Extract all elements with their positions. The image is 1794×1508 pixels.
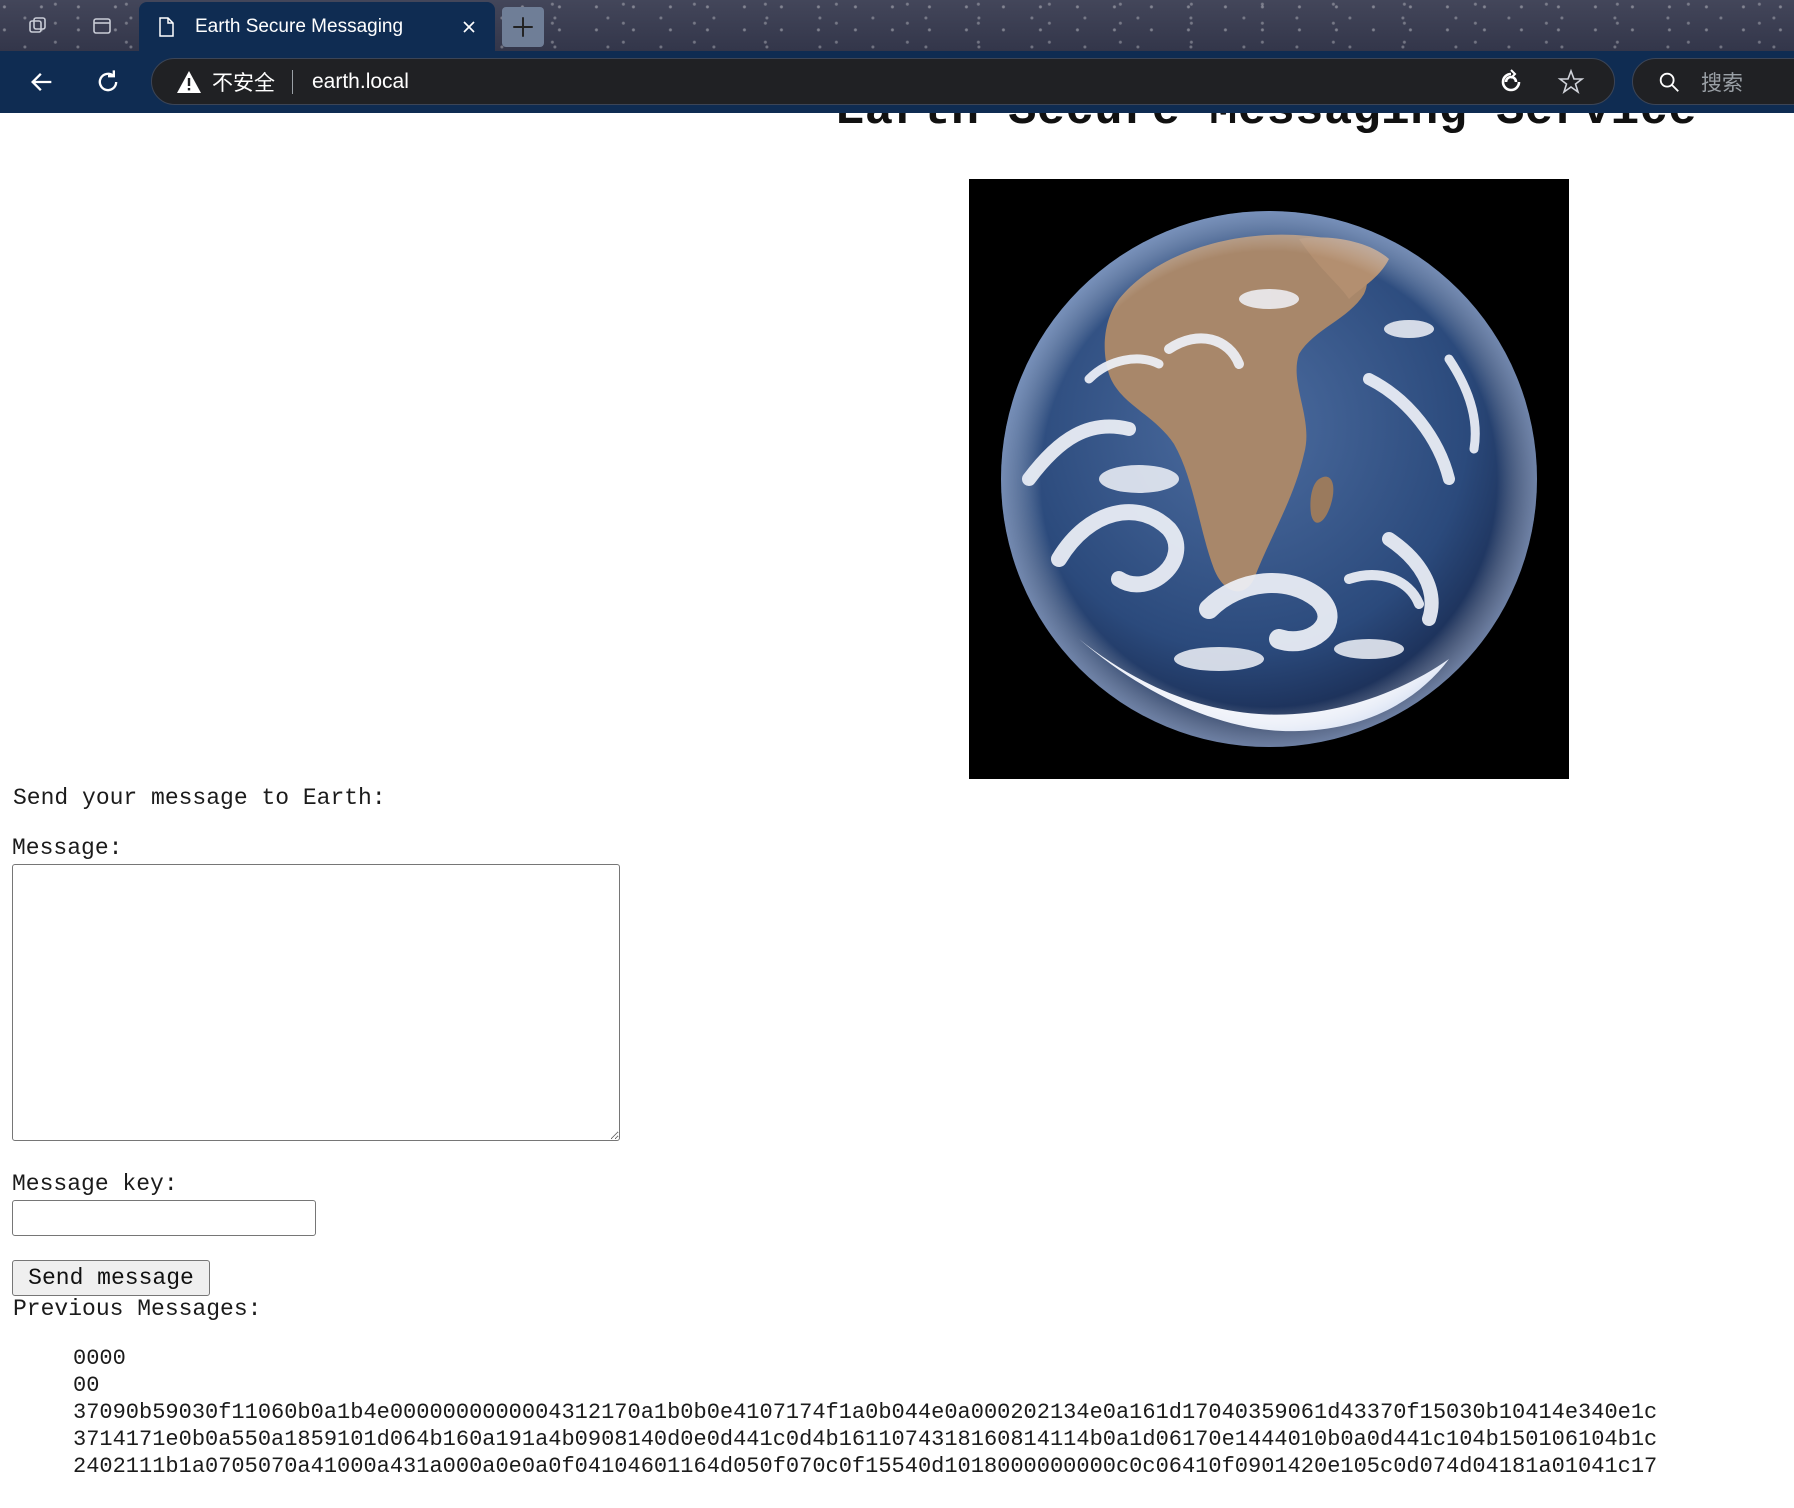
previous-messages-heading: Previous Messages:	[13, 1296, 262, 1322]
workspaces-button[interactable]	[18, 10, 58, 42]
search-icon	[1657, 69, 1683, 95]
list-item: 2402111b1a0705070a41000a431a000a0e0a0f04…	[73, 1453, 1794, 1480]
tab-earth-secure-messaging[interactable]: Earth Secure Messaging	[139, 2, 495, 51]
warning-icon[interactable]	[176, 69, 202, 95]
back-arrow-icon	[31, 73, 52, 91]
send-message-heading: Send your message to Earth:	[13, 785, 386, 811]
search-placeholder: 搜索	[1701, 71, 1743, 95]
read-aloud-button[interactable]	[1494, 65, 1528, 99]
message-textarea[interactable]	[12, 864, 620, 1141]
close-icon[interactable]	[457, 15, 481, 39]
list-item: 3714171e0b0a550a1859101d064b160a191a4b09…	[73, 1426, 1794, 1453]
address-bar[interactable]: 不安全 earth.local	[151, 58, 1615, 105]
search-box[interactable]: 搜索	[1632, 58, 1794, 105]
send-message-button[interactable]: Send message	[12, 1260, 210, 1296]
message-label: Message:	[12, 835, 123, 861]
tab-strip: Earth Secure Messaging	[0, 0, 1794, 51]
tab-actions-button[interactable]	[82, 10, 122, 42]
page-viewport: Earth Secure Messaging Service	[0, 113, 1794, 1508]
address-divider	[292, 69, 293, 94]
edge-refresh-icon	[1501, 68, 1521, 91]
list-item: 0000	[73, 1345, 1794, 1372]
security-status-label[interactable]: 不安全	[212, 67, 275, 97]
message-key-input[interactable]	[12, 1200, 316, 1236]
new-tab-button[interactable]	[502, 7, 544, 47]
tab-actions-icon	[93, 18, 111, 34]
previous-messages-list: 0000 00 37090b59030f11060b0a1b4e00000000…	[0, 1345, 1794, 1480]
browser-toolbar: 不安全 earth.local 搜索	[0, 51, 1794, 114]
list-item: 00	[73, 1372, 1794, 1399]
refresh-button[interactable]	[87, 61, 129, 103]
back-button[interactable]	[21, 61, 63, 103]
tab-title: Earth Secure Messaging	[195, 15, 404, 37]
earth-photo	[969, 179, 1569, 779]
favorite-button[interactable]	[1554, 65, 1588, 99]
page-icon	[155, 16, 177, 38]
plus-icon	[513, 17, 533, 37]
message-key-label: Message key:	[12, 1171, 178, 1197]
star-icon	[1557, 68, 1585, 94]
workspaces-icon	[29, 17, 46, 33]
page-title: Earth Secure Messaging Service	[836, 113, 1697, 138]
url-text[interactable]: earth.local	[312, 70, 1494, 94]
refresh-icon	[98, 70, 118, 92]
list-item: 37090b59030f11060b0a1b4e0000000000004312…	[73, 1399, 1794, 1426]
